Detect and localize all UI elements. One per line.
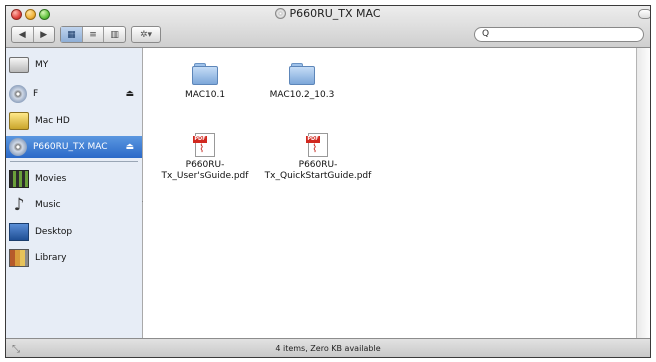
finder-window: P660RU_TX MAC ◀ ▶ ▦ ≡ ▥ ✲▾ Q MY F ⏏ Mac …: [5, 5, 651, 358]
column-view-button[interactable]: ▥: [104, 27, 125, 42]
hard-disk-icon: [9, 112, 29, 130]
file-item[interactable]: PDF ⌇ P660RU- Tx_QuickStartGuide.pdf: [263, 133, 373, 182]
back-forward-control: ◀ ▶: [11, 26, 55, 43]
sidebar-item-label: F: [33, 89, 39, 99]
file-browser: MAC10.1 MAC10.2_10.3 PDF ⌇ P660RU- Tx_Use…: [143, 48, 637, 338]
eject-icon[interactable]: ⏏: [125, 89, 134, 99]
sidebar-item-label: Library: [35, 253, 67, 263]
sidebar-item-movies[interactable]: Movies: [6, 168, 142, 190]
file-name-line2: Tx_User'sGuide.pdf: [161, 171, 249, 181]
file-name-line1: P660RU-: [298, 160, 338, 170]
sidebar-item-label: Music: [35, 200, 61, 210]
pdf-icon: PDF ⌇: [306, 133, 328, 157]
pdf-icon: PDF ⌇: [193, 133, 215, 157]
drive-icon: [9, 57, 29, 73]
file-item[interactable]: MAC10.2_10.3: [247, 63, 357, 101]
window-title: P660RU_TX MAC: [289, 7, 381, 20]
search-field[interactable]: Q: [474, 27, 644, 42]
search-icon: Q: [482, 29, 490, 39]
toolbar-toggle-button[interactable]: [638, 9, 650, 19]
sidebar-divider: [10, 161, 138, 162]
sidebar-item-music[interactable]: ♪ Music: [6, 194, 142, 216]
action-menu-button[interactable]: ✲▾: [131, 26, 161, 43]
sidebar-item-p660ru-tx-mac[interactable]: P660RU_TX MAC ⏏: [6, 136, 142, 158]
window-title-area: P660RU_TX MAC: [6, 7, 650, 21]
sidebar-item-label: Movies: [35, 174, 67, 184]
sidebar-item-f[interactable]: F ⏏: [6, 83, 142, 105]
folder-icon: [192, 63, 218, 85]
file-name-line1: P660RU-: [185, 160, 225, 170]
sidebar-item-my[interactable]: MY: [6, 54, 142, 76]
library-icon: [9, 249, 29, 267]
sidebar-item-label: MY: [35, 60, 49, 70]
status-text: 4 items, Zero KB available: [275, 344, 381, 353]
back-button[interactable]: ◀: [12, 27, 34, 42]
title-toolbar: P660RU_TX MAC ◀ ▶ ▦ ≡ ▥ ✲▾ Q: [6, 6, 650, 48]
file-name: MAC10.1: [184, 90, 226, 100]
forward-button[interactable]: ▶: [34, 27, 55, 42]
folder-icon: [289, 63, 315, 85]
vertical-scrollbar[interactable]: [636, 48, 650, 338]
sidebar-item-library[interactable]: Library: [6, 247, 142, 269]
desktop-icon: [9, 223, 29, 241]
sidebar-item-label: Desktop: [35, 227, 73, 237]
resize-grip-icon[interactable]: ⤡: [12, 340, 20, 357]
status-bar: ⤡ 4 items, Zero KB available: [6, 338, 650, 357]
sidebar-item-mac-hd[interactable]: Mac HD: [6, 110, 142, 132]
sidebar-item-label: P660RU_TX MAC: [33, 142, 108, 152]
icon-view-button[interactable]: ▦: [61, 27, 83, 42]
gear-icon: ✲▾: [139, 29, 153, 40]
film-icon: [9, 170, 29, 188]
list-view-button[interactable]: ≡: [83, 27, 105, 42]
file-name-line2: Tx_QuickStartGuide.pdf: [264, 171, 372, 181]
sidebar-item-label: Mac HD: [35, 116, 70, 126]
eject-icon[interactable]: ⏏: [125, 142, 134, 152]
disc-icon: [275, 8, 287, 19]
disc-icon: [9, 85, 27, 103]
file-name: MAC10.2_10.3: [269, 90, 335, 100]
sidebar-item-desktop[interactable]: Desktop: [6, 221, 142, 243]
disc-icon: [9, 138, 27, 156]
file-item[interactable]: PDF ⌇ P660RU- Tx_User'sGuide.pdf: [150, 133, 260, 182]
music-note-icon: ♪: [13, 195, 25, 215]
file-item[interactable]: MAC10.1: [150, 63, 260, 101]
sidebar: MY F ⏏ Mac HD P660RU_TX MAC ⏏ Movies ♪ M…: [6, 48, 145, 338]
view-mode-control: ▦ ≡ ▥: [60, 26, 126, 43]
